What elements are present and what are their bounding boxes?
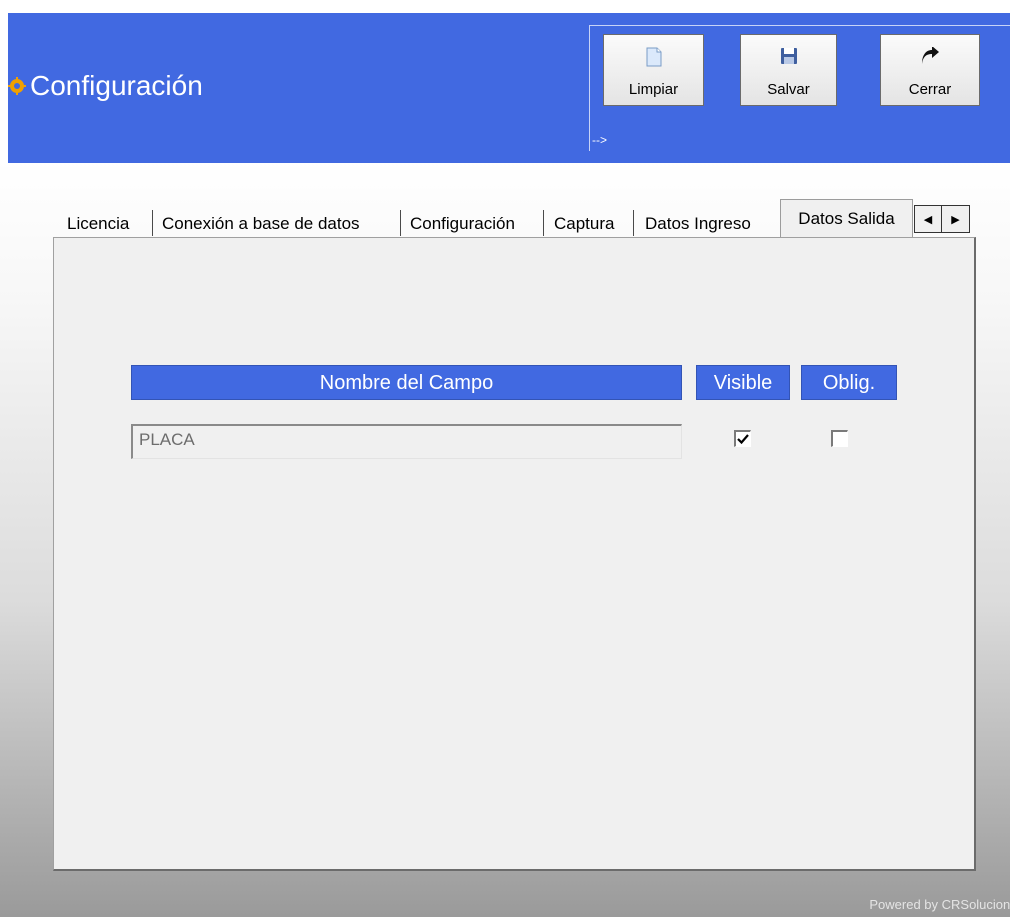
- exit-arrow-icon: [920, 46, 940, 69]
- scroll-left-icon[interactable]: ◀: [914, 205, 942, 233]
- tab-separator: [543, 210, 544, 236]
- settings-gear-icon: [8, 77, 26, 95]
- cerrar-label: Cerrar: [908, 81, 952, 98]
- tab-configuracion[interactable]: Configuración: [410, 208, 515, 240]
- column-header-required: Oblig.: [801, 365, 897, 400]
- visible-checkbox[interactable]: [734, 430, 751, 447]
- new-document-icon: [646, 47, 662, 71]
- window-title: Configuración: [8, 70, 203, 102]
- limpiar-button[interactable]: Limpiar: [603, 34, 704, 106]
- column-header-name: Nombre del Campo: [131, 365, 682, 400]
- tab-licencia[interactable]: Licencia: [67, 208, 129, 240]
- limpiar-label: Limpiar: [628, 81, 679, 98]
- tab-separator: [400, 210, 401, 236]
- tab-conexion[interactable]: Conexión a base de datos: [162, 208, 360, 240]
- toolbar-arrow-label: -->: [592, 133, 607, 147]
- check-icon: [737, 434, 749, 445]
- tab-separator: [633, 210, 634, 236]
- salvar-label: Salvar: [767, 81, 810, 98]
- salvar-button[interactable]: Salvar: [740, 34, 837, 106]
- tab-separator: [152, 210, 153, 236]
- required-checkbox[interactable]: [831, 430, 848, 447]
- tab-captura[interactable]: Captura: [554, 208, 614, 240]
- tab-datos-ingreso[interactable]: Datos Ingreso: [645, 208, 751, 240]
- save-disk-icon: [780, 47, 798, 69]
- column-header-visible: Visible: [696, 365, 790, 400]
- tab-datos-salida[interactable]: Datos Salida: [780, 199, 913, 237]
- scroll-right-icon[interactable]: ▶: [942, 205, 970, 233]
- field-name-input[interactable]: PLACA: [131, 424, 682, 459]
- top-strip: [0, 0, 1010, 13]
- tab-content-panel: [53, 237, 976, 871]
- window-title-text: Configuración: [30, 70, 203, 101]
- footer-powered-by: Powered by CRSoluciones: [869, 897, 1010, 912]
- tab-scroll-buttons: ◀ ▶: [914, 205, 970, 233]
- cerrar-button[interactable]: Cerrar: [880, 34, 980, 106]
